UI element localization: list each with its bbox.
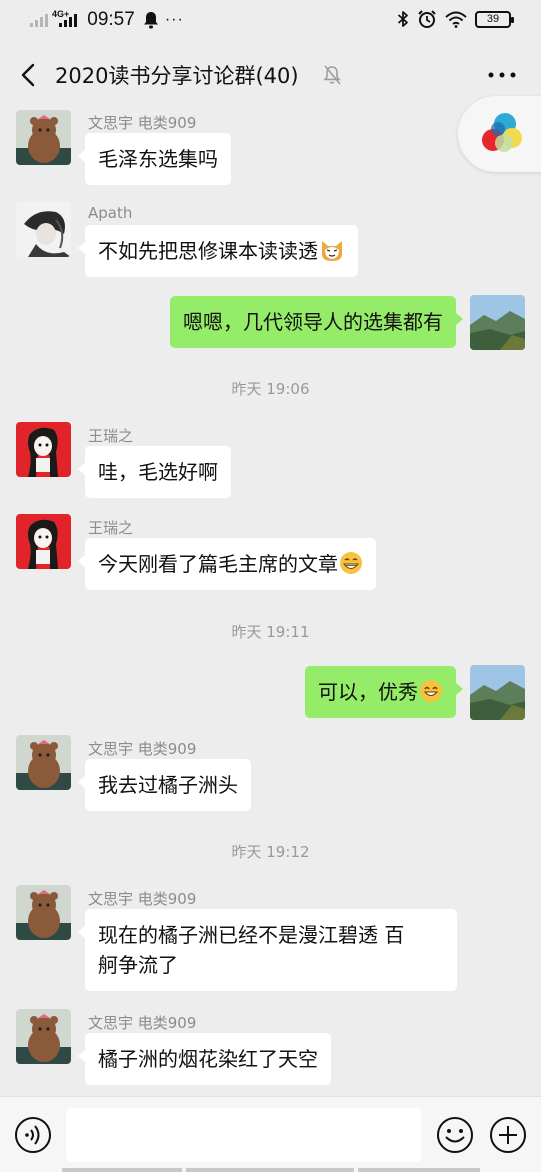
plus-icon[interactable]: [489, 1116, 527, 1154]
sender-name: 文思宇 电类909: [88, 114, 197, 132]
more-notifications: ···: [164, 11, 184, 28]
floating-app-widget[interactable]: [458, 96, 541, 172]
sketch-girl-avatar[interactable]: [16, 202, 71, 257]
clock: 09:57: [87, 9, 135, 30]
sender-name: 王瑞之: [88, 519, 134, 537]
message-bubble[interactable]: 现在的橘子洲已经不是漫江碧透 百 舸争流了: [78, 909, 457, 991]
red-cartoon-girl-avatar[interactable]: [16, 422, 71, 477]
message-text: 可以，优秀: [318, 680, 418, 704]
input-bar: [0, 1096, 541, 1172]
sender-name: 文思宇 电类909: [88, 1014, 197, 1032]
message-bubble[interactable]: 橘子洲的烟花染红了天空: [78, 1033, 331, 1085]
brown-bear-avatar[interactable]: [16, 735, 71, 790]
bluetooth-icon: [397, 11, 408, 27]
signal-strength-icon: [30, 13, 48, 27]
grinning-emoji: [340, 552, 362, 574]
timestamp: 昨天 19:06: [231, 380, 310, 398]
battery-indicator: 39: [475, 10, 514, 28]
chat-title: 2020读书分享讨论群(40): [55, 64, 299, 88]
timestamp: 昨天 19:12: [231, 843, 310, 861]
sender-name: 王瑞之: [88, 427, 134, 445]
message-text: 嗯嗯，几代领导人的选集都有: [183, 310, 443, 334]
chat-header: 2020读书分享讨论群(40): [0, 42, 541, 108]
cat-face-emoji: [322, 241, 342, 261]
status-left: 4G+ 09:57 ···: [30, 9, 184, 31]
message-text: 毛泽东选集吗: [98, 147, 218, 171]
message-bubble[interactable]: 毛泽东选集吗: [78, 133, 231, 185]
emoji-icon[interactable]: [436, 1116, 474, 1154]
message-bubble-outgoing[interactable]: 嗯嗯，几代领导人的选集都有: [170, 296, 463, 348]
sender-name: 文思宇 电类909: [88, 740, 197, 758]
brown-bear-avatar[interactable]: [16, 110, 71, 165]
message-text-line: 舸争流了: [98, 953, 178, 977]
wifi-icon: [445, 11, 467, 28]
brown-bear-avatar[interactable]: [16, 1009, 71, 1064]
system-gesture-bar: [0, 1168, 541, 1172]
message-text: 橘子洲的烟花染红了天空: [98, 1047, 318, 1071]
message-input[interactable]: [66, 1108, 421, 1162]
status-right: 39: [397, 9, 514, 29]
message-text: 我去过橘子洲头: [98, 773, 238, 797]
alarm-icon: [418, 10, 436, 28]
message-text-line: 现在的橘子洲已经不是漫江碧透 百: [98, 923, 405, 947]
network-type: 4G+: [52, 8, 70, 19]
sender-name: 文思宇 电类909: [88, 890, 197, 908]
message-bubble[interactable]: 今天刚看了篇毛主席的文章: [78, 538, 376, 590]
message-text: 哇，毛选好啊: [98, 460, 218, 484]
message-bubble[interactable]: 我去过橘子洲头: [78, 759, 251, 811]
mountain-landscape-avatar[interactable]: [470, 295, 525, 350]
mountain-landscape-avatar[interactable]: [470, 665, 525, 720]
notification-bell-icon: [143, 12, 158, 29]
red-cartoon-girl-avatar[interactable]: [16, 514, 71, 569]
message-bubble-outgoing[interactable]: 可以，优秀: [305, 666, 463, 718]
message-bubble[interactable]: 哇，毛选好啊: [78, 446, 231, 498]
message-bubble[interactable]: 不如先把思修课本读读透: [78, 225, 358, 277]
more-dots-icon[interactable]: [487, 64, 517, 86]
brown-bear-avatar[interactable]: [16, 885, 71, 940]
sender-name: Apath: [88, 204, 133, 222]
floating-app-icon: [482, 113, 522, 152]
status-bar: 4G+ 09:57 ··· 39: [0, 0, 541, 42]
bell-muted-icon: [323, 65, 341, 85]
timestamp: 昨天 19:11: [231, 623, 310, 641]
message-text: 不如先把思修课本读读透: [98, 239, 318, 263]
message-text: 今天刚看了篇毛主席的文章: [98, 552, 338, 576]
smiling-emoji: [420, 680, 442, 702]
chevron-left-icon[interactable]: [14, 58, 44, 92]
voice-icon[interactable]: [14, 1116, 52, 1154]
